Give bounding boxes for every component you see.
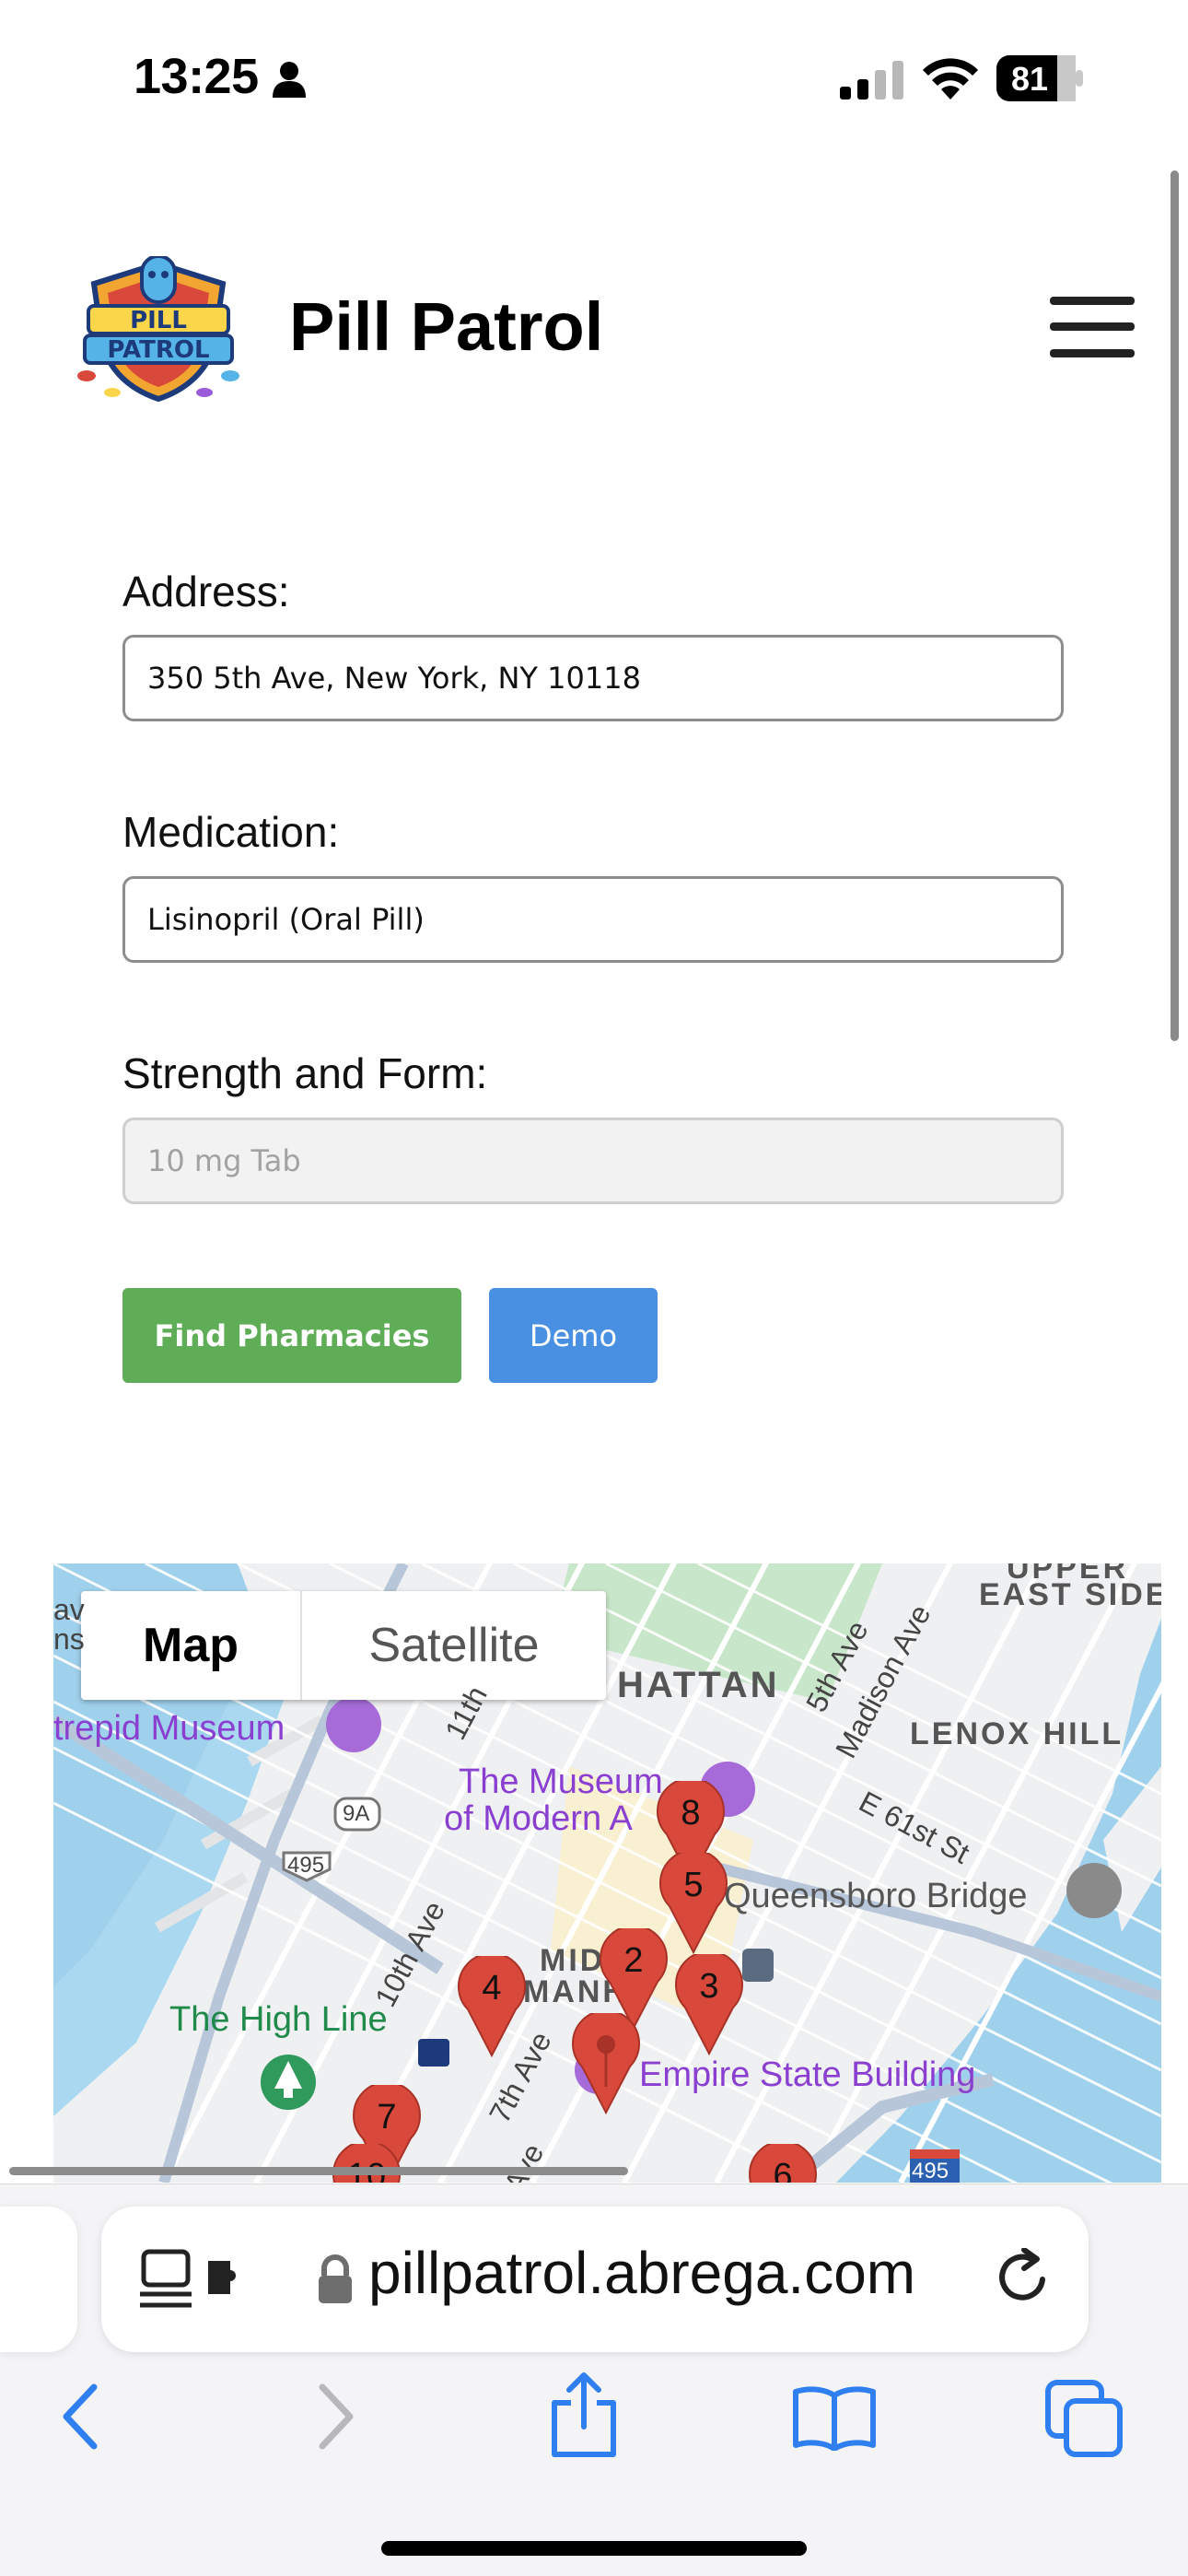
back-icon[interactable] bbox=[57, 2382, 103, 2452]
route-9a-label: 9A bbox=[343, 1801, 370, 1826]
pin-label: 4 bbox=[482, 1969, 502, 2008]
address-input[interactable]: 350 5th Ave, New York, NY 10118 bbox=[122, 635, 1064, 721]
battery-icon: 81 bbox=[996, 55, 1083, 101]
map-pin-10[interactable]: 10 bbox=[330, 2140, 403, 2183]
svg-text:PATROL: PATROL bbox=[107, 336, 209, 364]
menu-line bbox=[1050, 322, 1135, 331]
map-label-east-side: EAST SIDE bbox=[979, 1577, 1161, 1612]
url-text[interactable]: pillpatrol.abrega.com bbox=[368, 2239, 915, 2307]
forward-icon[interactable] bbox=[313, 2382, 359, 2452]
map-label-empire-state: Empire State Building bbox=[639, 2055, 976, 2094]
find-pharmacies-button[interactable]: Find Pharmacies bbox=[122, 1288, 461, 1383]
route-495-label: 495 bbox=[287, 1853, 325, 1878]
map-pin-3[interactable]: 3 bbox=[672, 1950, 746, 2056]
share-icon[interactable] bbox=[547, 2371, 621, 2460]
map-type-toggle[interactable]: Map Satellite bbox=[81, 1591, 606, 1700]
pill-patrol-logo: PILL PATROL bbox=[77, 256, 239, 403]
wifi-icon bbox=[923, 58, 978, 100]
pin-label: 7 bbox=[377, 2098, 397, 2137]
battery-level: 81 bbox=[1011, 60, 1048, 98]
horizontal-scrollbar[interactable] bbox=[9, 2167, 628, 2175]
strength-form-input[interactable]: 10 mg Tab bbox=[122, 1118, 1064, 1204]
map-pin-6[interactable]: 6 bbox=[746, 2140, 820, 2183]
pin-label: 3 bbox=[699, 1967, 719, 2006]
tabs-icon[interactable] bbox=[1044, 2379, 1124, 2458]
status-bar: 13:25 81 bbox=[0, 0, 1188, 138]
map-label-intrepid: trepid Museum bbox=[53, 1709, 285, 1748]
map-label-queensboro: Queensboro Bridge bbox=[724, 1877, 1028, 1915]
map-label-ns-left: ns bbox=[53, 1622, 85, 1656]
medication-input[interactable]: Lisinopril (Oral Pill) bbox=[122, 876, 1064, 963]
address-label: Address: bbox=[122, 568, 290, 615]
cellular-signal-icon bbox=[840, 61, 903, 100]
demo-button[interactable]: Demo bbox=[489, 1288, 658, 1383]
strength-form-label: Strength and Form: bbox=[122, 1049, 488, 1097]
map-label-hattan: HATTAN bbox=[617, 1665, 780, 1705]
tab-map[interactable]: Map bbox=[81, 1591, 302, 1700]
map-pin-4[interactable]: 4 bbox=[455, 1952, 529, 2058]
svg-text:PILL: PILL bbox=[130, 307, 187, 334]
page-scrollbar[interactable] bbox=[1171, 170, 1179, 1041]
lock-icon bbox=[319, 2254, 352, 2303]
home-indicator[interactable] bbox=[381, 2541, 807, 2556]
tab-satellite[interactable]: Satellite bbox=[302, 1591, 606, 1700]
app-title: Pill Patrol bbox=[289, 288, 604, 365]
pharmacy-map[interactable]: Map Satellite UPPER EAST SIDE HATTAN LEN… bbox=[53, 1563, 1161, 2183]
bookmarks-icon[interactable] bbox=[790, 2384, 879, 2451]
route-495-east-label: 495 bbox=[912, 2159, 949, 2183]
map-label-lenox-hill: LENOX HILL bbox=[910, 1716, 1124, 1751]
menu-line bbox=[1050, 349, 1135, 357]
menu-line bbox=[1050, 297, 1135, 305]
previous-tab-preview[interactable] bbox=[0, 2207, 77, 2352]
page-menu-icon[interactable] bbox=[138, 2246, 249, 2313]
pin-label: 8 bbox=[681, 1794, 701, 1832]
pin-label: 5 bbox=[683, 1866, 704, 1904]
pin-label: 6 bbox=[773, 2157, 793, 2183]
map-label-moma-1: The Museum bbox=[459, 1762, 663, 1801]
pin-label: 2 bbox=[623, 1941, 644, 1980]
map-label-high-line: The High Line bbox=[169, 2000, 388, 2039]
map-pin-home[interactable] bbox=[569, 2009, 643, 2115]
reload-icon[interactable] bbox=[995, 2248, 1054, 2307]
person-icon bbox=[273, 62, 306, 98]
hamburger-menu-button[interactable] bbox=[1050, 297, 1135, 357]
map-label-moma-2: of Modern A bbox=[444, 1799, 633, 1838]
medication-label: Medication: bbox=[122, 808, 340, 856]
status-time: 13:25 bbox=[134, 49, 259, 104]
